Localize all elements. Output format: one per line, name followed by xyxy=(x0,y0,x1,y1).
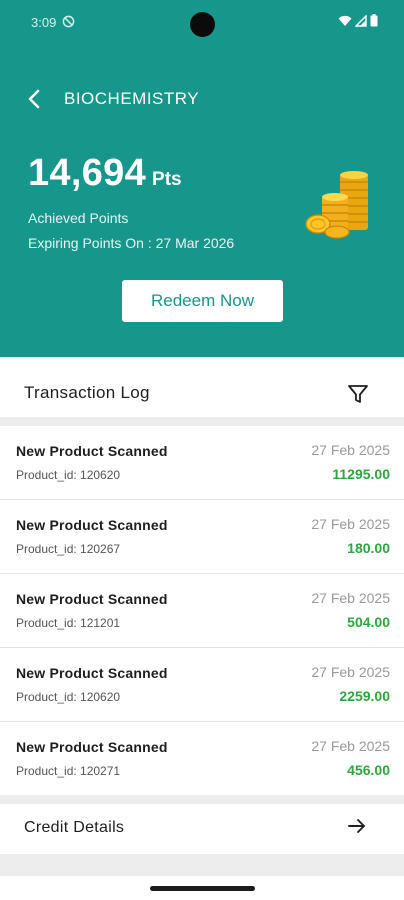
dnd-icon xyxy=(62,15,75,28)
transaction-title: New Product Scanned xyxy=(16,739,168,755)
transaction-row[interactable]: New Product Scanned Product_id: 120271 2… xyxy=(0,722,404,795)
transaction-row[interactable]: New Product Scanned Product_id: 121201 2… xyxy=(0,574,404,648)
transaction-date: 27 Feb 2025 xyxy=(311,664,390,680)
transaction-product-id: Product_id: 120620 xyxy=(16,690,121,704)
redeem-now-button[interactable]: Redeem Now xyxy=(122,280,283,322)
points-header: 3:09 BIOCHEMISTRY 14,694 Pts Achieved Po xyxy=(0,0,404,357)
home-indicator[interactable] xyxy=(150,886,255,891)
transaction-title: New Product Scanned xyxy=(16,443,168,459)
transaction-log-title: Transaction Log xyxy=(24,383,150,402)
wifi-icon xyxy=(338,15,352,26)
transaction-amount: 504.00 xyxy=(347,614,390,630)
transaction-product-id: Product_id: 121201 xyxy=(16,616,121,630)
transaction-row[interactable]: New Product Scanned Product_id: 120620 2… xyxy=(0,426,404,500)
transaction-amount: 11295.00 xyxy=(332,466,390,482)
transaction-date: 27 Feb 2025 xyxy=(311,738,390,754)
transaction-amount: 180.00 xyxy=(347,540,390,556)
status-icons xyxy=(338,14,378,27)
transaction-date: 27 Feb 2025 xyxy=(311,516,390,532)
coins-icon xyxy=(305,171,368,239)
credit-details-label: Credit Details xyxy=(24,819,125,836)
arrow-right-icon[interactable] xyxy=(346,815,368,837)
back-arrow-icon[interactable] xyxy=(22,86,48,112)
credit-details-row[interactable]: Credit Details xyxy=(0,804,404,854)
transaction-row[interactable]: New Product Scanned Product_id: 120267 2… xyxy=(0,500,404,574)
transaction-date: 27 Feb 2025 xyxy=(311,590,390,606)
battery-icon xyxy=(370,14,378,27)
signal-icon xyxy=(355,14,367,27)
transaction-date: 27 Feb 2025 xyxy=(311,442,390,458)
status-time: 3:09 xyxy=(31,15,57,30)
transaction-product-id: Product_id: 120620 xyxy=(16,468,121,482)
transaction-title: New Product Scanned xyxy=(16,665,168,681)
status-bar: 3:09 xyxy=(0,0,404,44)
points-display: 14,694 Pts xyxy=(28,152,182,195)
filter-icon[interactable] xyxy=(346,382,370,406)
transaction-title: New Product Scanned xyxy=(16,591,168,607)
transaction-amount: 456.00 xyxy=(347,762,390,778)
transaction-log-header: Transaction Log xyxy=(0,357,404,417)
achieved-points-label: Achieved Points xyxy=(28,210,129,226)
transaction-row[interactable]: New Product Scanned Product_id: 120620 2… xyxy=(0,648,404,722)
expiring-points-label: Expiring Points On : 27 Mar 2026 xyxy=(28,235,235,251)
transaction-list: New Product Scanned Product_id: 120620 2… xyxy=(0,426,404,795)
points-unit: Pts xyxy=(152,169,182,190)
transaction-product-id: Product_id: 120267 xyxy=(16,542,121,556)
camera-cutout xyxy=(190,12,215,37)
transaction-title: New Product Scanned xyxy=(16,517,168,533)
transaction-amount: 2259.00 xyxy=(339,688,390,704)
points-value: 14,694 xyxy=(28,152,147,194)
transaction-product-id: Product_id: 120271 xyxy=(16,764,121,778)
page-title: BIOCHEMISTRY xyxy=(64,89,200,108)
